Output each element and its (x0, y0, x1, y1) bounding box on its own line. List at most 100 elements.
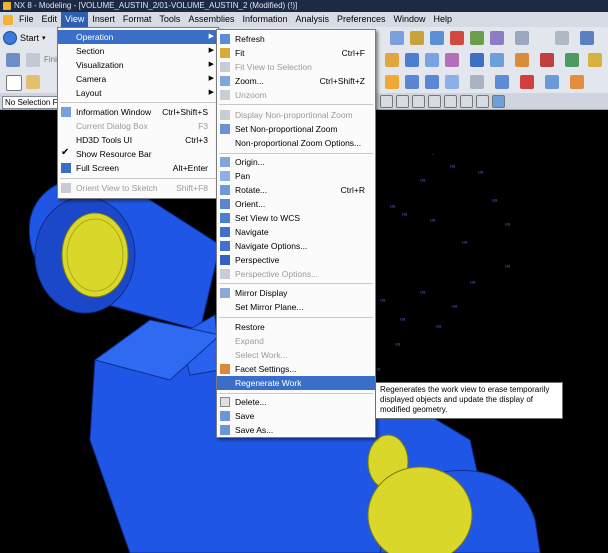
wireframe-point: ᵤᵤ (478, 168, 484, 175)
menu-item-current-dialog-box[interactable]: Current Dialog Box F3 (58, 119, 218, 133)
menu-item-regenerate-work[interactable]: Regenerate Work (217, 376, 375, 390)
tool-button-g-icon[interactable] (515, 31, 529, 45)
menu-item-save-as[interactable]: Save As... (217, 423, 375, 437)
menu-item-perspective-options[interactable]: Perspective Options... (217, 267, 375, 281)
menu-item-rotate[interactable]: Rotate... Ctrl+R (217, 183, 375, 197)
menu-item-restore[interactable]: Restore (217, 320, 375, 334)
menu-item-save[interactable]: Save (217, 409, 375, 423)
menu-item-mirror-display[interactable]: Mirror Display (217, 286, 375, 300)
shaded-view-icon[interactable] (405, 75, 419, 89)
menu-item-information-window[interactable]: Information Window Ctrl+Shift+S (58, 105, 218, 119)
menu-item-hd3d-tools[interactable]: HD3D Tools UI Ctrl+3 (58, 133, 218, 147)
mirror-icon[interactable] (588, 53, 602, 67)
menu-item-set-view-to-wcs[interactable]: Set View to WCS (217, 211, 375, 225)
snap-center-icon[interactable] (428, 95, 441, 108)
menu-item-set-mirror-plane[interactable]: Set Mirror Plane... (217, 300, 375, 314)
menu-information[interactable]: Information (238, 12, 291, 27)
menu-item-orient-view-to-sketch[interactable]: Orient View to Sketch Shift+F8 (58, 181, 218, 195)
edit-object-display-icon[interactable] (545, 75, 559, 89)
menu-item-facet-settings[interactable]: Facet Settings... (217, 362, 375, 376)
snap-intersection-icon[interactable] (444, 95, 457, 108)
wireframe-point: ᵤᵤ (402, 210, 408, 217)
menu-item-select-work[interactable]: Select Work... (217, 348, 375, 362)
orient-view-icon[interactable] (445, 75, 459, 89)
menu-tools[interactable]: Tools (155, 12, 184, 27)
tool-button-i-icon[interactable] (580, 31, 594, 45)
render-style-icon[interactable] (470, 75, 484, 89)
tool-button-b-icon[interactable] (410, 31, 424, 45)
snap-tangent-icon[interactable] (476, 95, 489, 108)
edge-blend-icon[interactable] (470, 53, 484, 67)
start-button[interactable]: Start ▾ (3, 30, 46, 46)
layer-settings-icon[interactable] (520, 75, 534, 89)
menu-item-visualization[interactable]: Visualization ▶ (58, 58, 218, 72)
menu-edit[interactable]: Edit (38, 12, 62, 27)
wireframe-point: ᵤᵤ (436, 322, 442, 329)
menu-item-show-resource-bar[interactable]: ✔ Show Resource Bar (58, 147, 218, 161)
menu-format[interactable]: Format (119, 12, 156, 27)
submenu-arrow-icon: ▶ (208, 33, 214, 40)
menu-view[interactable]: View (61, 12, 89, 27)
menu-item-refresh[interactable]: Refresh (217, 32, 375, 46)
menu-help[interactable]: Help (430, 12, 457, 27)
menu-item-set-nonprop-zoom[interactable]: Set Non-proportional Zoom (217, 122, 375, 136)
hole-icon[interactable] (425, 53, 439, 67)
menu-item-expand[interactable]: Expand (217, 334, 375, 348)
chamfer-icon[interactable] (490, 53, 504, 67)
menu-insert[interactable]: Insert (88, 12, 119, 27)
tool-button-c-icon[interactable] (430, 31, 444, 45)
menu-item-full-screen[interactable]: Full Screen Alt+Enter (58, 161, 218, 175)
submenu-arrow-icon: ▶ (208, 47, 214, 54)
menu-window[interactable]: Window (390, 12, 430, 27)
menu-analysis[interactable]: Analysis (291, 12, 333, 27)
trimetric-view-icon[interactable] (495, 75, 509, 89)
finish-sketch-icon[interactable] (26, 53, 40, 67)
tool-button-f-icon[interactable] (490, 31, 504, 45)
menu-item-unzoom[interactable]: Unzoom (217, 88, 375, 102)
wireframe-view-icon[interactable] (425, 75, 439, 89)
pattern-icon[interactable] (565, 53, 579, 67)
snap-mid-icon[interactable] (412, 95, 425, 108)
menu-item-navigate-options[interactable]: Navigate Options... (217, 239, 375, 253)
menu-item-navigate[interactable]: Navigate (217, 225, 375, 239)
boss-icon[interactable] (445, 53, 459, 67)
menu-item-fit-view-to-selection[interactable]: Fit View to Selection (217, 60, 375, 74)
menu-item-operation[interactable]: Operation ▶ (58, 30, 218, 44)
tool-button-d-icon[interactable] (450, 31, 464, 45)
menu-item-nonprop-zoom-options[interactable]: Non-proportional Zoom Options... (217, 136, 375, 150)
sketch-icon[interactable] (6, 53, 20, 67)
menu-item-origin[interactable]: Origin... (217, 155, 375, 169)
menu-assemblies[interactable]: Assemblies (184, 12, 238, 27)
trim-body-icon[interactable] (540, 53, 554, 67)
fit-view-icon[interactable] (385, 75, 399, 89)
submenu-arrow-icon: ▶ (208, 75, 214, 82)
menu-item-delete[interactable]: Delete... (217, 395, 375, 409)
menu-item-fit[interactable]: Fit Ctrl+F (217, 46, 375, 60)
selection-filter-dropdown[interactable]: No Selection F (2, 96, 62, 109)
finish-label: Fini (44, 55, 57, 64)
extrude-icon[interactable] (385, 53, 399, 67)
new-file-icon[interactable] (6, 75, 22, 91)
menu-item-layout[interactable]: Layout ▶ (58, 86, 218, 100)
menu-item-section[interactable]: Section ▶ (58, 44, 218, 58)
tool-button-e-icon[interactable] (470, 31, 484, 45)
menu-item-perspective[interactable]: Perspective (217, 253, 375, 267)
menu-preferences[interactable]: Preferences (333, 12, 390, 27)
menu-item-pan[interactable]: Pan (217, 169, 375, 183)
snap-point-icon[interactable] (380, 95, 393, 108)
start-icon (3, 31, 17, 45)
open-file-icon[interactable] (26, 75, 40, 89)
tool-button-h-icon[interactable] (555, 31, 569, 45)
shell-icon[interactable] (515, 53, 529, 67)
menu-item-zoom[interactable]: Zoom... Ctrl+Shift+Z (217, 74, 375, 88)
snap-end-icon[interactable] (396, 95, 409, 108)
snap-quadrant-icon[interactable] (460, 95, 473, 108)
menu-item-display-nonprop-zoom[interactable]: Display Non-proportional Zoom (217, 108, 375, 122)
snap-face-icon[interactable] (492, 95, 505, 108)
revolve-icon[interactable] (405, 53, 419, 67)
menu-file[interactable]: File (15, 12, 38, 27)
tool-button-a-icon[interactable] (390, 31, 404, 45)
menu-item-camera[interactable]: Camera ▶ (58, 72, 218, 86)
menu-item-orient[interactable]: Orient... (217, 197, 375, 211)
show-hide-icon[interactable] (570, 75, 584, 89)
